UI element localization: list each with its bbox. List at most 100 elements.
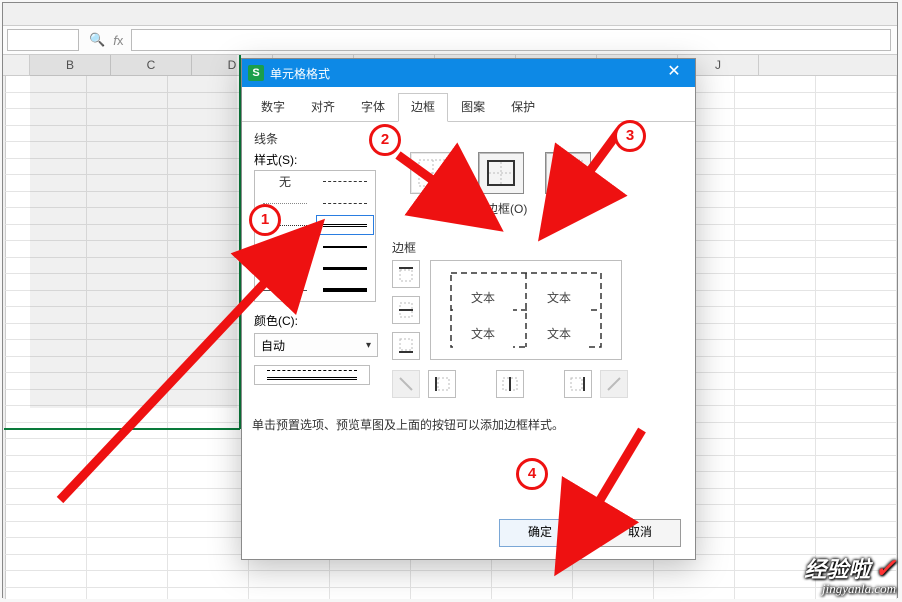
cell[interactable] — [87, 505, 168, 522]
cell[interactable] — [168, 307, 249, 324]
cell[interactable] — [6, 489, 87, 506]
cell[interactable] — [249, 588, 330, 600]
line-style-option[interactable] — [315, 279, 375, 301]
cell[interactable] — [735, 76, 816, 93]
cell[interactable] — [168, 406, 249, 423]
cell[interactable] — [816, 423, 897, 440]
cell[interactable] — [87, 373, 168, 390]
tab-font[interactable]: 字体 — [348, 93, 398, 122]
cell[interactable] — [735, 406, 816, 423]
cell[interactable] — [87, 538, 168, 555]
cell[interactable] — [735, 456, 816, 473]
cell[interactable] — [816, 225, 897, 242]
cell[interactable] — [168, 472, 249, 489]
cell[interactable] — [573, 571, 654, 588]
cell[interactable] — [816, 274, 897, 291]
cell[interactable] — [6, 93, 87, 110]
cell[interactable] — [654, 571, 735, 588]
cell[interactable] — [735, 258, 816, 275]
cell[interactable] — [6, 390, 87, 407]
cell[interactable] — [735, 538, 816, 555]
cell[interactable] — [6, 307, 87, 324]
line-style-list[interactable]: 无 — [254, 170, 376, 302]
cell[interactable] — [6, 340, 87, 357]
cell[interactable] — [6, 505, 87, 522]
border-bottom-button[interactable] — [392, 332, 420, 360]
border-preview[interactable]: 文本 文本 文本 文本 — [430, 260, 622, 360]
cell[interactable] — [87, 208, 168, 225]
cell[interactable] — [6, 225, 87, 242]
cell[interactable] — [411, 588, 492, 600]
cell[interactable] — [168, 340, 249, 357]
cell[interactable] — [735, 340, 816, 357]
cell[interactable] — [816, 340, 897, 357]
cell[interactable] — [168, 538, 249, 555]
cell[interactable] — [816, 208, 897, 225]
cell[interactable] — [735, 241, 816, 258]
fx-icon[interactable]: fx — [113, 33, 123, 48]
line-style-option[interactable] — [315, 236, 375, 258]
line-style-option[interactable] — [315, 258, 375, 280]
cell[interactable] — [816, 373, 897, 390]
cell[interactable] — [168, 423, 249, 440]
cell[interactable] — [816, 175, 897, 192]
border-vmid-button[interactable] — [496, 370, 524, 398]
cell[interactable] — [87, 225, 168, 242]
cell[interactable] — [816, 456, 897, 473]
sheet-row[interactable] — [3, 588, 897, 600]
cell[interactable] — [168, 439, 249, 456]
cell[interactable] — [816, 291, 897, 308]
cell[interactable] — [87, 76, 168, 93]
cell[interactable] — [735, 472, 816, 489]
close-button[interactable]: ✕ — [659, 62, 689, 84]
cell[interactable] — [735, 274, 816, 291]
cell[interactable] — [6, 357, 87, 374]
cell[interactable] — [6, 538, 87, 555]
cell[interactable] — [168, 126, 249, 143]
cell[interactable] — [6, 192, 87, 209]
line-style-option[interactable] — [255, 258, 315, 280]
cell[interactable] — [735, 159, 816, 176]
cell[interactable] — [735, 142, 816, 159]
cell[interactable] — [6, 159, 87, 176]
cell[interactable] — [816, 126, 897, 143]
cell[interactable] — [87, 555, 168, 572]
cell[interactable] — [6, 324, 87, 341]
cell[interactable] — [168, 274, 249, 291]
cell[interactable] — [87, 291, 168, 308]
cell[interactable] — [6, 258, 87, 275]
preset-none[interactable]: 无(N) — [410, 152, 456, 217]
cell[interactable] — [735, 225, 816, 242]
cell[interactable] — [168, 258, 249, 275]
cell[interactable] — [6, 406, 87, 423]
cell[interactable] — [6, 555, 87, 572]
cell[interactable] — [6, 571, 87, 588]
cell[interactable] — [735, 109, 816, 126]
cell[interactable] — [735, 93, 816, 110]
cell[interactable] — [87, 93, 168, 110]
cell[interactable] — [816, 489, 897, 506]
cell[interactable] — [87, 258, 168, 275]
cell[interactable] — [87, 456, 168, 473]
cell[interactable] — [735, 175, 816, 192]
cell[interactable] — [735, 307, 816, 324]
cell[interactable] — [6, 423, 87, 440]
cell[interactable] — [6, 373, 87, 390]
cell[interactable] — [87, 390, 168, 407]
line-style-option[interactable] — [315, 171, 375, 193]
line-style-none[interactable]: 无 — [255, 171, 315, 193]
line-style-option[interactable] — [255, 214, 315, 236]
line-style-option[interactable] — [315, 193, 375, 215]
cell[interactable] — [87, 324, 168, 341]
cell[interactable] — [735, 324, 816, 341]
border-diag-up-button[interactable] — [600, 370, 628, 398]
cell[interactable] — [87, 406, 168, 423]
cell[interactable] — [816, 406, 897, 423]
cell[interactable] — [168, 109, 249, 126]
cell[interactable] — [168, 76, 249, 93]
border-hmid-button[interactable] — [392, 296, 420, 324]
cell[interactable] — [330, 588, 411, 600]
line-style-option[interactable] — [255, 193, 315, 215]
color-dropdown[interactable]: 自动 ▾ — [254, 333, 378, 357]
cell[interactable] — [816, 538, 897, 555]
